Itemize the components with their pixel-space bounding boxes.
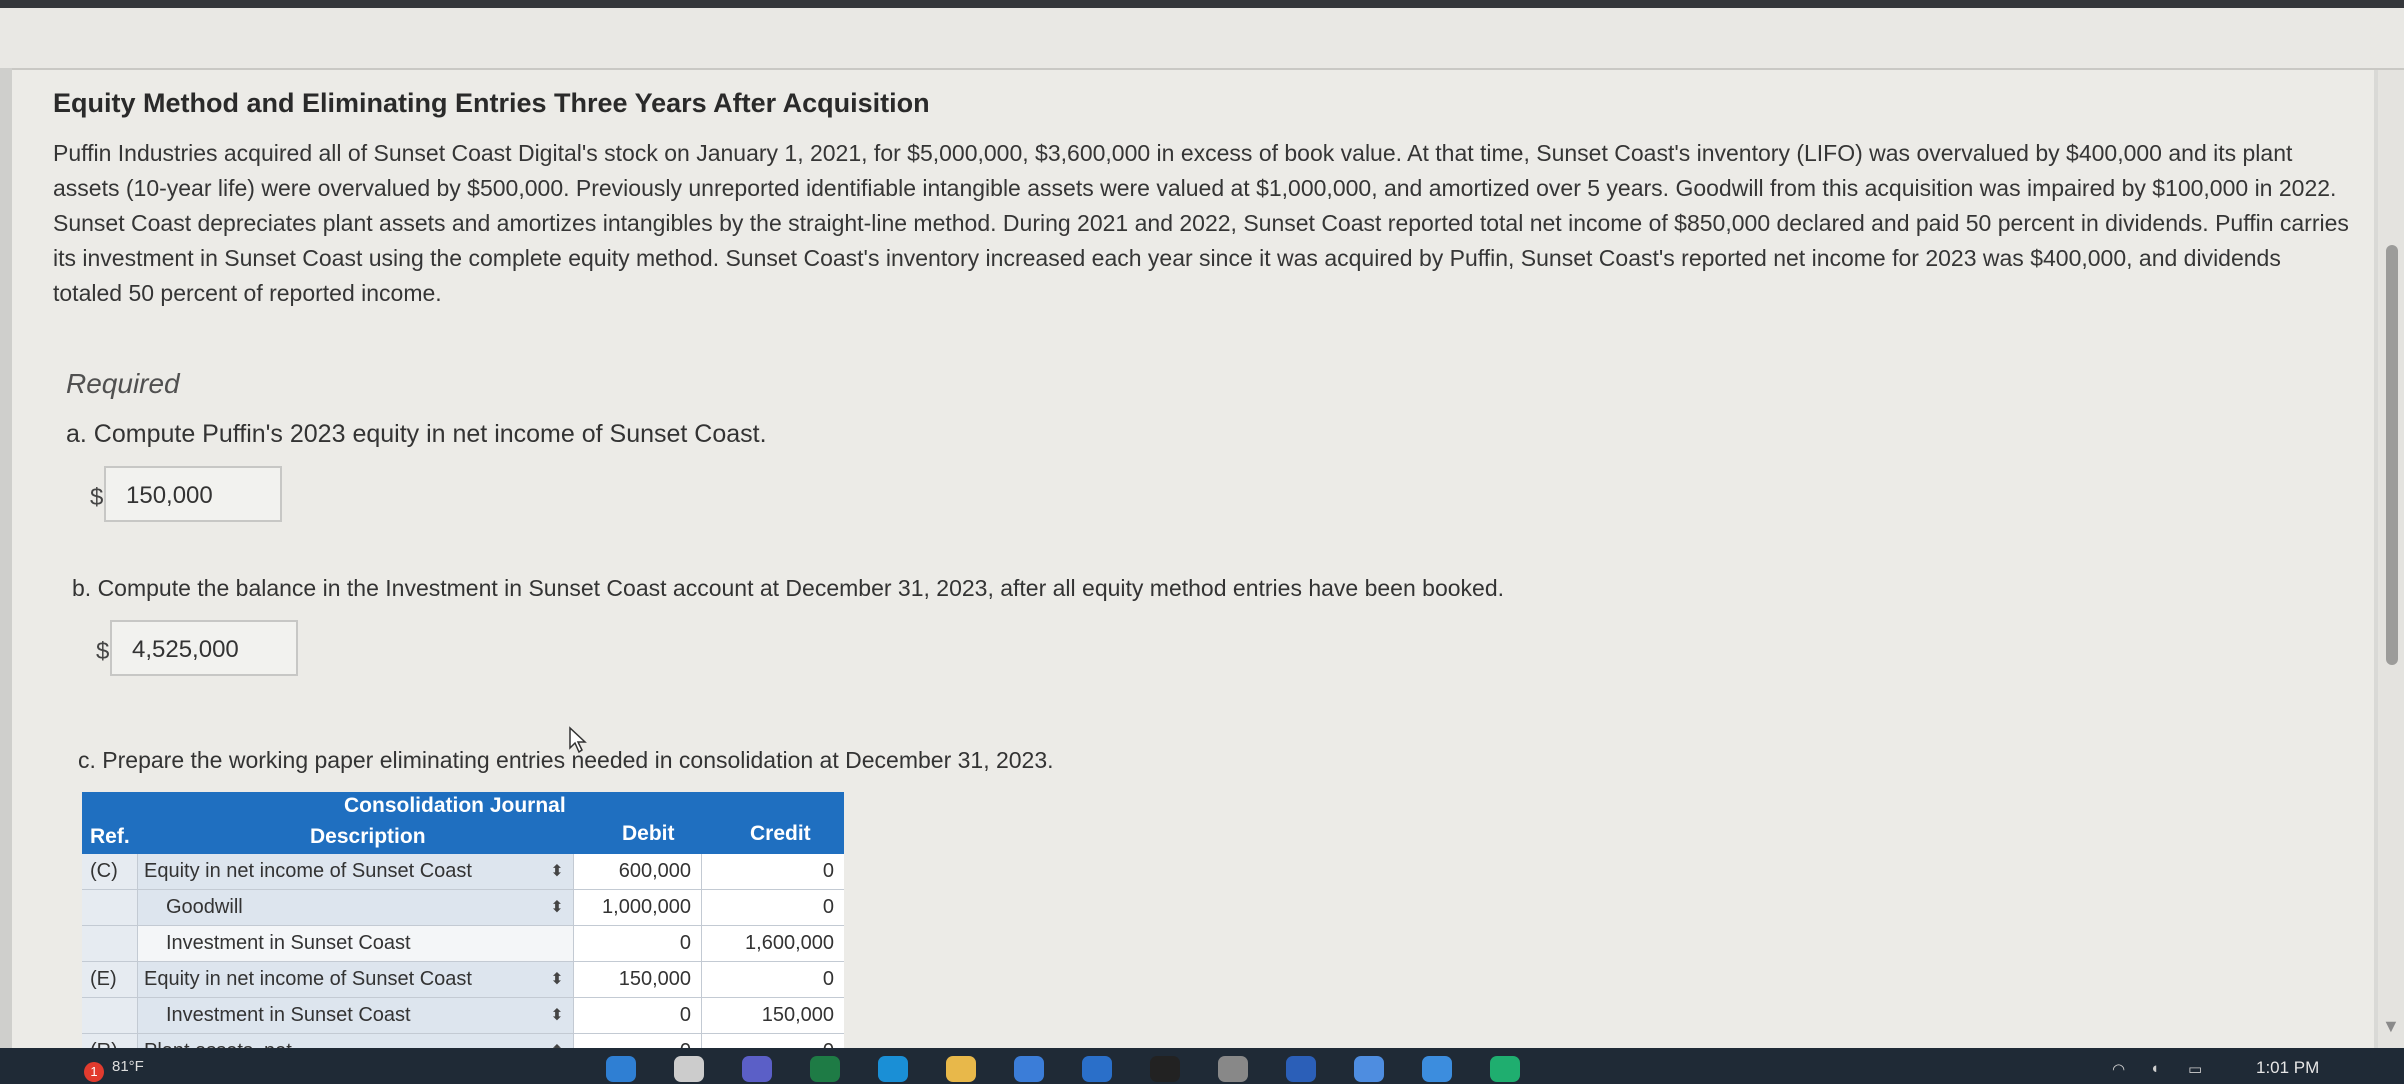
excel-icon[interactable]	[810, 1056, 840, 1082]
left-edge	[0, 68, 12, 1048]
taskbar: 1 81°F ◠ ◖ ▭ 1:01 PM	[0, 1048, 2404, 1084]
question-c: c. Prepare the working paper eliminating…	[78, 747, 1054, 773]
scroll-down-arrow-icon[interactable]: ▼	[2382, 1016, 2400, 1037]
select-arrows-icon[interactable]: ⬍	[544, 1034, 570, 1048]
select-arrows-icon[interactable]: ⬍	[544, 854, 570, 889]
weather-alert-badge: 1	[84, 1062, 104, 1082]
chrome-icon[interactable]	[1422, 1056, 1452, 1082]
select-arrows-icon[interactable]: ⬍	[544, 890, 570, 925]
journal-ref: (R)	[82, 1034, 138, 1048]
header-description: Description	[310, 825, 426, 848]
journal-account-select[interactable]: Equity in net income of Sunset Coast	[138, 854, 574, 889]
teams-icon[interactable]	[742, 1056, 772, 1082]
p-icon[interactable]	[1286, 1056, 1316, 1082]
journal-ref: (C)	[82, 854, 138, 889]
journal-rows: (C) Equity in net income of Sunset Coast ⬍…	[82, 854, 844, 1048]
scrollbar-thumb[interactable]	[2386, 245, 2398, 665]
journal-row: (R)Plant assets, net⬍ 00	[82, 1034, 844, 1048]
credit-input[interactable]: 0	[702, 1034, 844, 1048]
dropbox-icon[interactable]	[1150, 1056, 1180, 1082]
debit-input[interactable]: 600,000	[574, 854, 702, 889]
select-arrows-icon[interactable]: ⬍	[544, 998, 570, 1033]
journal-row: Investment in Sunset Coast ⬍ 0 150,000	[82, 998, 844, 1034]
journal-ref: (E)	[82, 962, 138, 997]
credit-input[interactable]: 0	[702, 962, 844, 997]
answer-b-input[interactable]: 4,525,000	[110, 620, 298, 676]
debit-input[interactable]: 0	[574, 1034, 702, 1048]
consolidation-journal-table: Consolidation Journal Ref. Description D…	[82, 792, 844, 1048]
amazon-icon[interactable]	[1218, 1056, 1248, 1082]
answer-a-input[interactable]: 150,000	[104, 466, 282, 522]
search-icon[interactable]	[674, 1056, 704, 1082]
required-label: Required	[66, 368, 180, 399]
question-a: a. Compute Puffin's 2023 equity in net i…	[66, 420, 767, 448]
debit-input[interactable]: 1,000,000	[574, 890, 702, 925]
window-top-bar	[0, 0, 2404, 8]
journal-account-select[interactable]: Goodwill	[138, 890, 574, 925]
weather-text[interactable]: 81°F	[112, 1058, 144, 1075]
journal-header: Consolidation Journal Ref. Description D…	[82, 792, 844, 854]
page-scrollbar[interactable]: ▼	[2378, 70, 2404, 1048]
journal-account-select[interactable]: Investment in Sunset Coast	[138, 998, 574, 1033]
browser-frame	[0, 8, 2404, 70]
debit-input[interactable]: 150,000	[574, 962, 702, 997]
journal-account-select[interactable]: Plant assets, net	[138, 1034, 574, 1048]
credit-input[interactable]: 1,600,000	[702, 926, 844, 961]
journal-ref	[82, 890, 138, 925]
settings-icon[interactable]	[1354, 1056, 1384, 1082]
debit-input[interactable]: 0	[574, 998, 702, 1033]
currency-symbol-a: $	[90, 484, 104, 511]
select-arrows-icon[interactable]: ⬍	[544, 962, 570, 997]
battery-icon[interactable]: ▭	[2188, 1060, 2202, 1078]
journal-row: (E) Equity in net income of Sunset Coast ⬍…	[82, 962, 844, 998]
windows-icon[interactable]	[606, 1056, 636, 1082]
debit-input[interactable]: 0	[574, 926, 702, 961]
taskbar-clock[interactable]: 1:01 PM	[2256, 1058, 2319, 1078]
assignment-page: Equity Method and Eliminating Entries Th…	[12, 70, 2374, 1048]
header-debit: Debit	[622, 822, 675, 845]
files-icon[interactable]	[946, 1056, 976, 1082]
edge-icon[interactable]	[878, 1056, 908, 1082]
header-ref: Ref.	[90, 825, 130, 848]
store-icon[interactable]	[1014, 1056, 1044, 1082]
credit-input[interactable]: 150,000	[702, 998, 844, 1033]
journal-row: Investment in Sunset Coast 0 1,600,000	[82, 926, 844, 962]
browser-icon[interactable]	[1490, 1056, 1520, 1082]
credit-input[interactable]: 0	[702, 854, 844, 889]
header-credit: Credit	[750, 822, 811, 845]
journal-row: (C) Equity in net income of Sunset Coast ⬍…	[82, 854, 844, 890]
question-b: b. Compute the balance in the Investment…	[72, 575, 1504, 601]
journal-ref	[82, 998, 138, 1033]
mail-icon[interactable]	[1082, 1056, 1112, 1082]
journal-account-select[interactable]: Investment in Sunset Coast	[138, 926, 574, 961]
problem-title: Equity Method and Eliminating Entries Th…	[53, 88, 930, 118]
currency-symbol-b: $	[96, 638, 110, 665]
journal-ref	[82, 926, 138, 961]
problem-intro: Puffin Industries acquired all of Sunset…	[53, 140, 2349, 306]
wifi-icon[interactable]: ◠	[2112, 1060, 2125, 1078]
volume-icon[interactable]: ◖	[2150, 1060, 2159, 1077]
journal-title: Consolidation Journal	[344, 794, 566, 817]
journal-account-select[interactable]: Equity in net income of Sunset Coast	[138, 962, 574, 997]
credit-input[interactable]: 0	[702, 890, 844, 925]
journal-row: Goodwill ⬍ 1,000,000 0	[82, 890, 844, 926]
